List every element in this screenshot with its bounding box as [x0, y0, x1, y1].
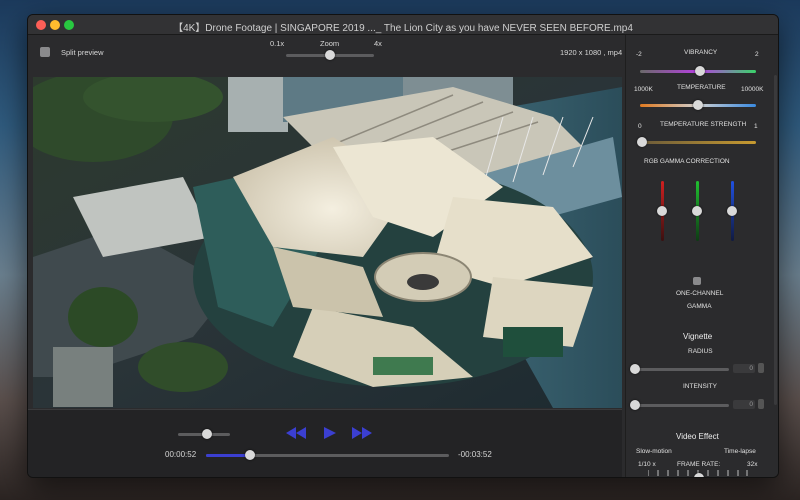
temperature-slider-knob[interactable]: [693, 100, 703, 110]
volume-slider-knob[interactable]: [201, 429, 212, 439]
intensity-slider-knob[interactable]: [630, 400, 640, 410]
split-preview-label: Split preview: [61, 48, 104, 57]
temperature-min: 1000K: [634, 86, 653, 93]
time-lapse-label: Time-lapse: [724, 448, 756, 455]
temp-strength-max: 1: [754, 123, 758, 130]
one-channel-gamma-checkbox[interactable]: [693, 277, 701, 285]
frame-rate-slider-knob[interactable]: [693, 473, 704, 477]
vignette-title: Vignette: [683, 332, 713, 341]
window-title: 【4K】Drone Footage | SINGAPORE 2019 ..._ …: [173, 23, 633, 34]
current-time: 00:00:52: [165, 450, 197, 459]
blue-gamma-knob[interactable]: [727, 206, 737, 216]
temp-strength-slider-track[interactable]: [640, 141, 756, 144]
seek-slider-knob[interactable]: [244, 450, 255, 460]
intensity-value[interactable]: 0: [733, 400, 755, 409]
temp-strength-slider-knob[interactable]: [637, 137, 648, 147]
playback-bar: 00:00:52 -00:03:52: [28, 409, 622, 477]
video-frame-image: [33, 77, 622, 408]
gamma-label: GAMMA: [687, 303, 712, 310]
radius-stepper[interactable]: [758, 363, 764, 373]
title-bar: 【4K】Drone Footage | SINGAPORE 2019 ..._ …: [28, 15, 778, 35]
fast-forward-icon[interactable]: [352, 427, 372, 439]
zoom-max-label: 4x: [374, 39, 382, 48]
vibrancy-slider-knob[interactable]: [695, 66, 706, 76]
vibrancy-label: VIBRANCY: [684, 49, 718, 56]
resolution-info: 1920 x 1080 , mp4: [560, 48, 623, 57]
remaining-time: -00:03:52: [458, 450, 492, 459]
slow-motion-label: Slow-motion: [636, 448, 672, 455]
intensity-stepper[interactable]: [758, 399, 764, 409]
zoom-label: Zoom: [320, 39, 340, 48]
zoom-slider-knob[interactable]: [325, 50, 335, 60]
temp-strength-label: TEMPERATURE STRENGTH: [660, 121, 747, 128]
red-gamma-knob[interactable]: [657, 206, 667, 216]
adjustments-panel: -2 VIBRANCY 2 1000K TEMPERATURE 10000K 0…: [625, 35, 778, 478]
video-effect-title: Video Effect: [676, 432, 719, 441]
frame-rate-slider-track[interactable]: [648, 477, 746, 478]
vibrancy-max: 2: [755, 51, 759, 58]
radius-slider-knob[interactable]: [630, 364, 640, 374]
frame-rate-max: 32x: [747, 461, 758, 468]
radius-slider-track[interactable]: [634, 368, 729, 371]
temp-strength-min: 0: [638, 123, 642, 130]
play-icon[interactable]: [324, 427, 336, 439]
radius-label: RADIUS: [688, 348, 713, 355]
panel-scrollbar[interactable]: [774, 75, 777, 405]
rewind-icon[interactable]: [286, 427, 306, 439]
rgb-gamma-label: RGB GAMMA CORRECTION: [644, 158, 730, 165]
toolbar: Split preview 0.1x Zoom 4x 1920 x 1080 ,…: [28, 35, 622, 77]
green-gamma-knob[interactable]: [692, 206, 702, 216]
frame-rate-label: FRAME RATE:: [677, 461, 721, 468]
temperature-max: 10000K: [741, 86, 764, 93]
video-preview[interactable]: [33, 77, 622, 408]
app-window: 【4K】Drone Footage | SINGAPORE 2019 ..._ …: [27, 14, 779, 478]
vibrancy-min: -2: [636, 51, 642, 58]
intensity-slider-track[interactable]: [634, 404, 729, 407]
split-preview-checkbox[interactable]: [40, 47, 50, 57]
radius-value[interactable]: 0: [733, 364, 755, 373]
intensity-label: INTENSITY: [683, 383, 717, 390]
temperature-label: TEMPERATURE: [677, 84, 726, 91]
seek-progress-fill: [206, 454, 250, 457]
zoom-min-label: 0.1x: [270, 39, 285, 48]
frame-rate-min: 1/10 x: [638, 461, 656, 468]
one-channel-label: ONE-CHANNEL: [676, 290, 724, 297]
